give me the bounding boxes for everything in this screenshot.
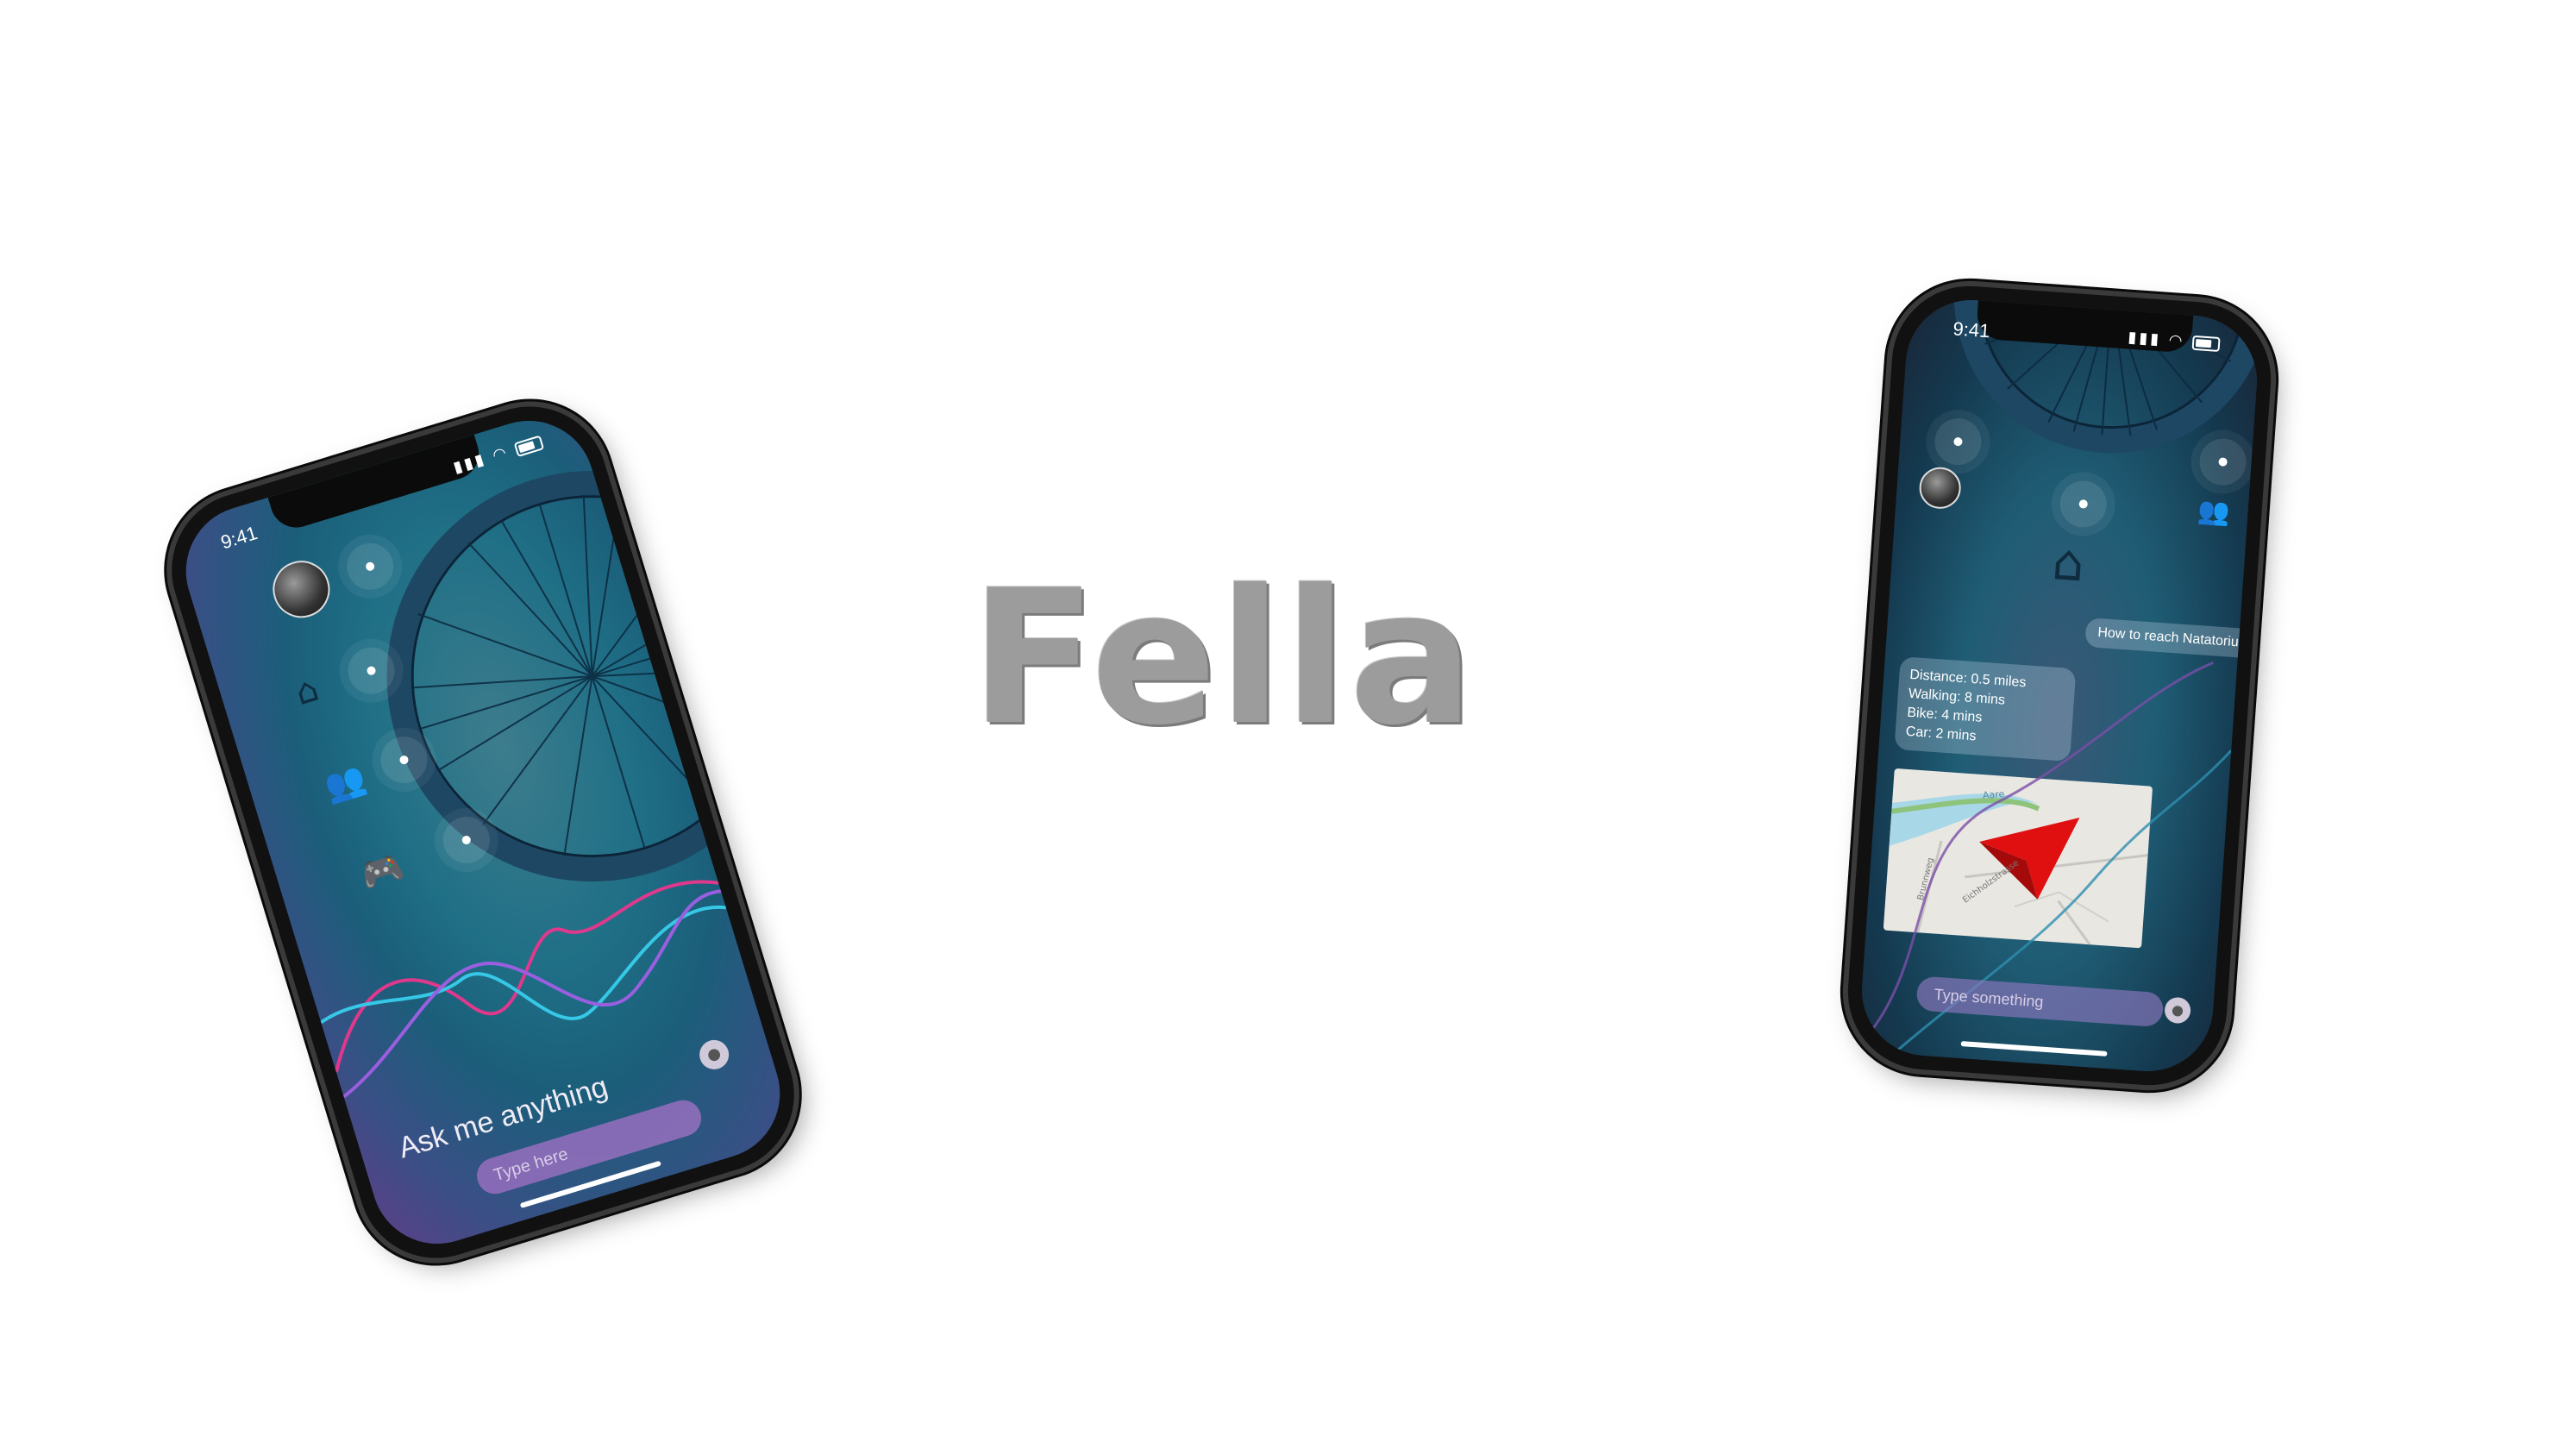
status-time: 9:41	[218, 522, 260, 554]
signal-icon: ▮▮▮	[2127, 328, 2162, 349]
home-icon[interactable]: ⌂	[2051, 532, 2086, 593]
phone-right-screen: 9:41 ▮▮▮ ◠ 👥 ⌂ How to reach Natatorium D…	[1857, 295, 2262, 1076]
wifi-icon: ◠	[490, 442, 511, 466]
status-time: 9:41	[1952, 317, 1991, 342]
phone-left: 9:41 ▮▮▮ ◠ ⌂ 👥 🎮 Ask me anything ● Type …	[152, 387, 814, 1277]
people-icon[interactable]: 👥	[320, 758, 370, 807]
gamepad-icon[interactable]: 🎮	[355, 846, 409, 898]
battery-icon	[513, 435, 545, 457]
phone-right: 9:41 ▮▮▮ ◠ 👥 ⌂ How to reach Natatorium D…	[1842, 280, 2277, 1091]
home-icon[interactable]: ⌂	[291, 669, 323, 713]
mic-icon[interactable]: ●	[695, 1036, 733, 1074]
avatar[interactable]	[1918, 466, 1963, 511]
battery-icon	[2191, 335, 2221, 352]
brand-title: Fella	[970, 549, 1476, 766]
wifi-icon: ◠	[2168, 330, 2186, 351]
menu-node-center[interactable]	[2058, 479, 2109, 530]
avatar[interactable]	[266, 554, 337, 625]
people-icon[interactable]: 👥	[2197, 496, 2231, 529]
phone-left-screen: 9:41 ▮▮▮ ◠ ⌂ 👥 🎮 Ask me anything ● Type …	[169, 404, 797, 1260]
wheel-spokes	[413, 494, 773, 856]
